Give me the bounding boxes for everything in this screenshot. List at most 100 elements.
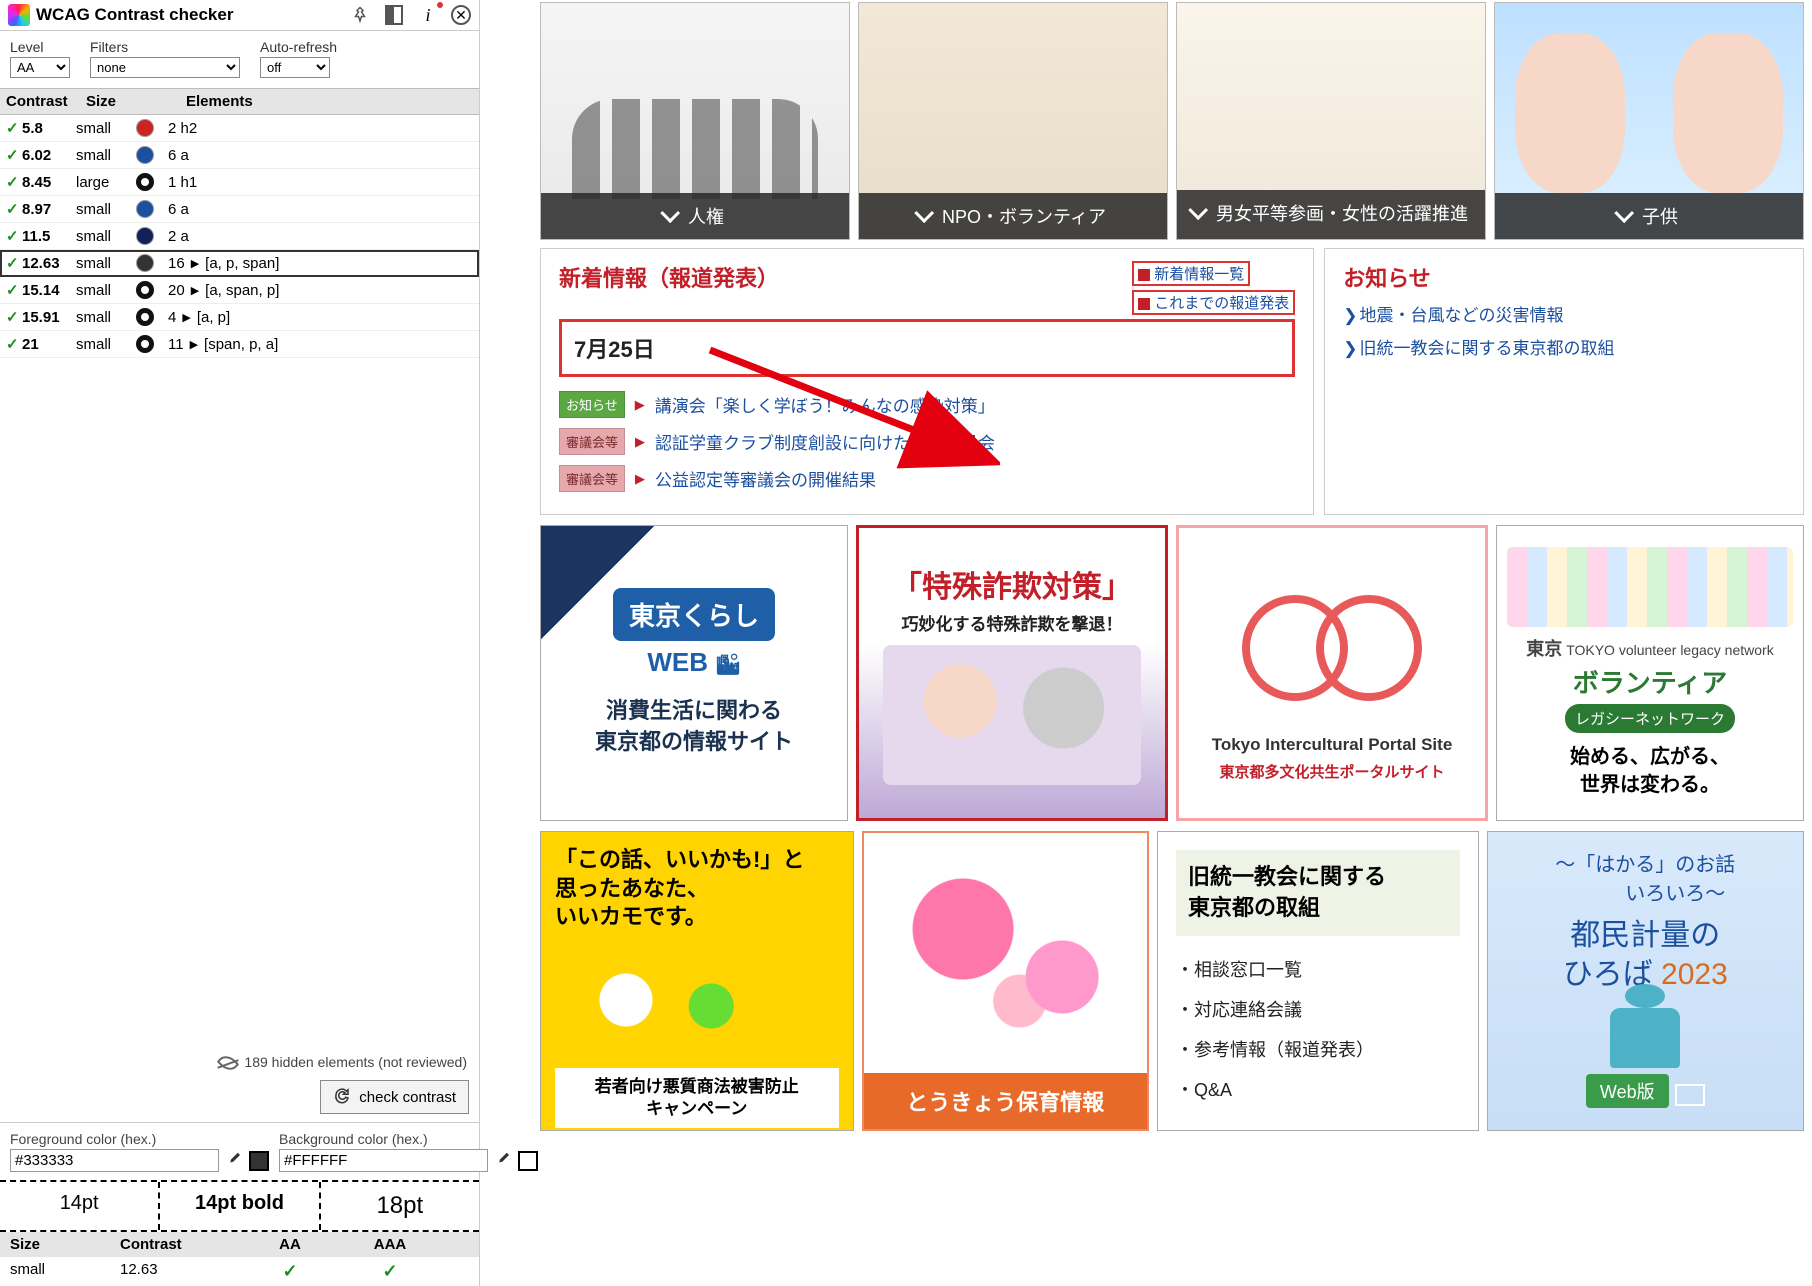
chevron-down-icon (914, 203, 934, 223)
banner-kurashi-web[interactable]: 東京くらし WEB 🏙 消費生活に関わる東京都の情報サイト (540, 525, 848, 821)
refresh-icon (333, 1086, 351, 1108)
contrast-row[interactable]: ✓ 8.97 small 6 a (0, 196, 479, 223)
cat-human-rights[interactable]: 人権 (540, 2, 850, 240)
col-elements: Elements (186, 93, 473, 110)
news-link[interactable]: 認証学童クラブ制度創設に向けた専門委員会 (655, 429, 995, 454)
pass-check-icon: ✓ (6, 119, 22, 137)
banner-fraud[interactable]: 「特殊詐欺対策」 巧妙化する特殊詐欺を撃退！ (856, 525, 1168, 821)
notice-link[interactable]: ❯地震・台風などの災害情報 (1343, 301, 1785, 326)
pass-check-icon: ✓ (6, 227, 22, 245)
website-preview: 人権 NPO・ボランティア 男女平等参画・女性の活躍推進 子供 新着情報一覧 こ… (480, 0, 1812, 1286)
sample-18pt: 18pt (321, 1182, 479, 1230)
results-rows: ✓ 5.8 small 2 h2✓ 6.02 small 6 a✓ 8.45 l… (0, 115, 479, 358)
bears-illustration-icon (864, 833, 1148, 1073)
panel-title: WCAG Contrast checker (36, 5, 343, 25)
banner-kamo[interactable]: 「この話、いいかも!」と思ったあなた、いいカモです。 若者向け悪質商法被害防止キ… (540, 831, 854, 1131)
contrast-row[interactable]: ✓ 21 small 11 ▶[span, p, a] (0, 331, 479, 358)
level-select[interactable]: AA (10, 57, 70, 78)
news-link[interactable]: 公益認定等審議会の開催結果 (655, 466, 876, 491)
contrast-row[interactable]: ✓ 15.14 small 20 ▶[a, span, p] (0, 277, 479, 304)
aa-pass-icon: ✓ (240, 1261, 340, 1282)
fg-swatch[interactable] (249, 1151, 269, 1171)
news-list-link[interactable]: 新着情報一覧 (1154, 266, 1244, 283)
banner-row-1: 東京くらし WEB 🏙 消費生活に関わる東京都の情報サイト 「特殊詐欺対策」 巧… (540, 515, 1812, 821)
past-press-link[interactable]: これまでの報道発表 (1154, 295, 1289, 312)
results-table-head: Contrast Size Elements (0, 88, 479, 115)
dock-icon[interactable] (383, 4, 405, 26)
triangle-icon: ▶ (635, 471, 645, 487)
cat-gender[interactable]: 男女平等参画・女性の活躍推進 (1176, 2, 1486, 240)
chevron-down-icon (1188, 200, 1208, 220)
autorefresh-label: Auto-refresh (260, 39, 337, 55)
col-contrast: Contrast (6, 93, 86, 110)
bullet-icon (1138, 298, 1150, 310)
hidden-elements-note: 189 hidden elements (not reviewed) (0, 1044, 479, 1080)
autorefresh-select[interactable]: off (260, 57, 330, 78)
news-link[interactable]: 講演会「楽しく学ぼう！みんなの感染対策」 (655, 392, 995, 417)
contrast-row[interactable]: ✓ 12.63 small 16 ▶[a, p, span] (0, 250, 479, 277)
news-date: 7月25日 (559, 319, 1295, 377)
list-item[interactable]: ・Q&A (1176, 1076, 1460, 1102)
news-tag: お知らせ (559, 391, 625, 418)
eye-off-icon (219, 1056, 237, 1070)
list-item[interactable]: ・参考情報（報道発表） (1176, 1036, 1460, 1062)
contrast-row[interactable]: ✓ 6.02 small 6 a (0, 142, 479, 169)
list-item[interactable]: ・相談窓口一覧 (1176, 956, 1460, 982)
news-item: 審議会等 ▶ 認証学童クラブ制度創設に向けた専門委員会 (559, 428, 1295, 455)
color-swatch-icon (136, 119, 154, 137)
aaa-pass-icon: ✓ (340, 1261, 440, 1282)
contrast-row[interactable]: ✓ 11.5 small 2 a (0, 223, 479, 250)
category-cards: 人権 NPO・ボランティア 男女平等参画・女性の活躍推進 子供 (540, 0, 1812, 240)
pass-check-icon: ✓ (6, 200, 22, 218)
chevron-down-icon (1614, 203, 1634, 223)
filters-select[interactable]: none (90, 57, 240, 78)
check-contrast-button[interactable]: check contrast (320, 1080, 469, 1114)
volunteer-illustration-icon (1507, 547, 1793, 627)
expand-icon: ▶ (190, 338, 198, 351)
panel-header: WCAG Contrast checker i ✕ (0, 0, 479, 31)
pass-check-icon: ✓ (6, 173, 22, 191)
banner-unification[interactable]: 旧統一教会に関する東京都の取組 ・相談窓口一覧・対応連絡会議・参考情報（報道発表… (1157, 831, 1479, 1131)
color-swatch-icon (136, 308, 154, 326)
expand-icon: ▶ (191, 284, 199, 297)
fg-input[interactable] (10, 1149, 219, 1172)
banner-hoiku[interactable]: とうきょう保育情報 (862, 831, 1150, 1131)
cat-children[interactable]: 子供 (1494, 2, 1804, 240)
news-item: お知らせ ▶ 講演会「楽しく学ぼう！みんなの感染対策」 (559, 391, 1295, 418)
banner-row-2: 「この話、いいかも!」と思ったあなた、いいカモです。 若者向け悪質商法被害防止キ… (540, 821, 1812, 1131)
list-item[interactable]: ・対応連絡会議 (1176, 996, 1460, 1022)
contrast-row[interactable]: ✓ 8.45 large 1 h1 (0, 169, 479, 196)
close-icon[interactable]: ✕ (451, 5, 471, 25)
banner-volunteer[interactable]: 東京 TOKYO volunteer legacy network ボランティア… (1496, 525, 1804, 821)
bullet-icon (1138, 269, 1150, 281)
color-swatch-icon (136, 227, 154, 245)
banner-hakaru[interactable]: 〜「はかる」のお話 いろいろ〜 都民計量のひろば 2023 Web版 (1487, 831, 1805, 1131)
contrast-row[interactable]: ✓ 15.91 small 4 ▶[a, p] (0, 304, 479, 331)
pass-check-icon: ✓ (6, 335, 22, 353)
col-size: Size (86, 93, 146, 110)
news-box: 新着情報一覧 これまでの報道発表 新着情報（報道発表） 7月25日 お知らせ ▶… (540, 248, 1314, 515)
expand-icon: ▶ (182, 311, 190, 324)
triangle-icon: ▶ (635, 434, 645, 450)
color-swatch-icon (136, 254, 154, 272)
pin-icon[interactable] (349, 4, 371, 26)
banner-intercultural[interactable]: Tokyo Intercultural Portal Site 東京都多文化共生… (1176, 525, 1488, 821)
flower-logo-icon (1252, 565, 1412, 725)
filters-label: Filters (90, 39, 240, 55)
color-swatch-icon (136, 335, 154, 353)
chevron-down-icon (660, 203, 680, 223)
controls-row: Level AA Filters none Auto-refresh off (0, 31, 479, 88)
triangle-icon: ▶ (635, 397, 645, 413)
fg-eyedropper-icon[interactable] (223, 1150, 245, 1172)
notice-link[interactable]: ❯旧統一教会に関する東京都の取組 (1343, 334, 1785, 359)
color-swatch-icon (136, 146, 154, 164)
notice-heading: お知らせ (1343, 261, 1785, 293)
color-swatch-icon (136, 281, 154, 299)
cat-npo[interactable]: NPO・ボランティア (858, 2, 1168, 240)
info-icon[interactable]: i (417, 4, 439, 26)
pass-check-icon: ✓ (6, 281, 22, 299)
pass-check-icon: ✓ (6, 308, 22, 326)
sample-14pt-bold: 14pt bold (160, 1182, 320, 1230)
contrast-row[interactable]: ✓ 5.8 small 2 h2 (0, 115, 479, 142)
bg-input[interactable] (279, 1149, 488, 1172)
